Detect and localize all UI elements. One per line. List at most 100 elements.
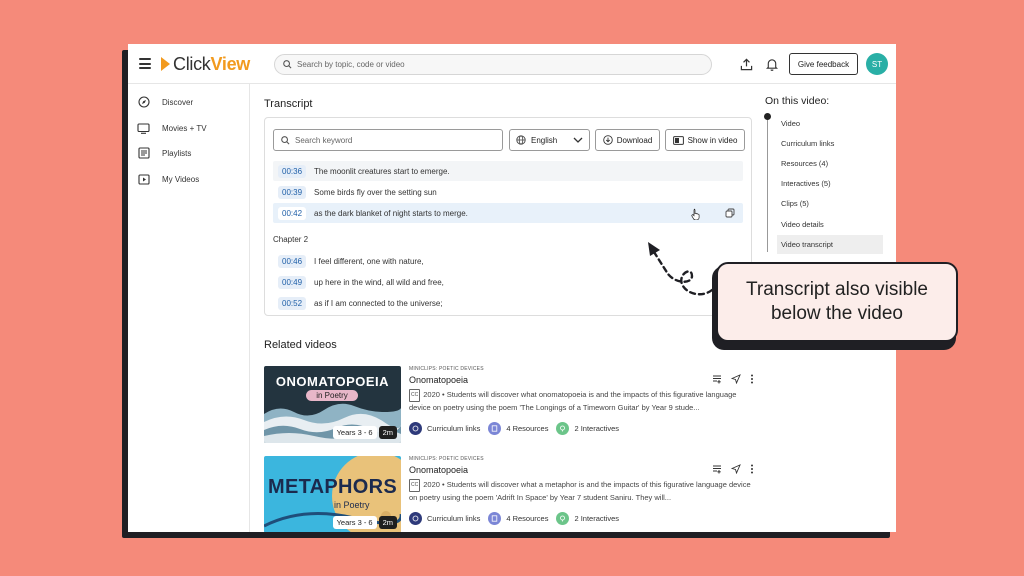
related-videos-title: Related videos — [264, 339, 337, 351]
sidebar-item-label: Discover — [162, 97, 194, 107]
video-actions — [712, 374, 754, 384]
transcript-title: Transcript — [264, 98, 313, 110]
top-bar: ClickView Give feedback ST — [128, 44, 896, 84]
duration-badge: 2m — [378, 516, 397, 529]
duration-badge: 2m — [378, 426, 397, 439]
transcript-text: as the dark blanket of night starts to m… — [314, 208, 468, 218]
years-badge: Years 3 - 6 — [332, 516, 377, 529]
compass-icon — [137, 96, 150, 109]
sidebar-item-movies-tv[interactable]: Movies + TV — [137, 120, 207, 136]
toc-item-interactives[interactable]: Interactives (5) — [777, 174, 883, 193]
toc-item-video-details[interactable]: Video details — [777, 215, 883, 234]
interactives-icon — [556, 422, 570, 435]
tv-icon — [137, 122, 150, 135]
more-options-icon[interactable] — [750, 374, 754, 384]
toc-item-curriculum-links[interactable]: Curriculum links — [777, 134, 883, 153]
timestamp[interactable]: 00:42 — [278, 206, 307, 220]
curriculum-icon — [409, 512, 422, 525]
download-button[interactable]: Download — [595, 129, 660, 151]
play-square-icon — [137, 173, 150, 186]
download-icon — [602, 135, 613, 145]
language-select[interactable]: English — [509, 129, 590, 151]
logo-mark-icon — [161, 57, 170, 71]
add-to-playlist-icon[interactable] — [712, 374, 722, 384]
callout-line-1: Transcript also visible — [746, 279, 928, 300]
video-card[interactable]: MINICLIPS: POETIC DEVICES Onomatopoeia C… — [409, 456, 754, 525]
video-description-text: 2020 • Students will discover what onoma… — [409, 390, 737, 412]
chip-label: 2 Interactives — [574, 424, 620, 433]
toc-item-resources[interactable]: Resources (4) — [777, 154, 883, 173]
video-thumbnail[interactable]: ONOMATOPOEIA in Poetry Years 3 - 6 2m — [264, 366, 401, 443]
thumb-title: METAPHORS — [268, 476, 397, 498]
keyword-search[interactable] — [273, 129, 503, 151]
cc-icon: CC — [409, 389, 421, 402]
transcript-text: as if I am connected to the universe; — [314, 298, 443, 308]
global-search-input[interactable] — [297, 60, 697, 69]
toc-item-video-transcript[interactable]: Video transcript — [777, 235, 883, 254]
timestamp[interactable]: 00:49 — [278, 275, 307, 289]
sidebar-item-label: My Videos — [162, 174, 200, 184]
years-badge: Years 3 - 6 — [332, 426, 377, 439]
chevron-down-icon — [573, 137, 583, 143]
thumb-title: ONOMATOPOEIA — [275, 374, 390, 389]
video-actions — [712, 464, 754, 474]
share-icon[interactable] — [731, 374, 741, 384]
video-chips: Curriculum links 4 Resources 2 Interacti… — [409, 422, 754, 435]
keyword-search-input[interactable] — [295, 135, 495, 145]
resources-chip[interactable]: 4 Resources — [488, 512, 548, 525]
sidebar-item-discover[interactable]: Discover — [137, 94, 193, 110]
callout-line-2: below the video — [770, 303, 904, 324]
video-description: CC 2020 • Students will discover what ono… — [409, 389, 754, 413]
toc-item-clips[interactable]: Clips (5) — [777, 194, 883, 213]
give-feedback-button[interactable]: Give feedback — [789, 53, 858, 75]
video-card[interactable]: MINICLIPS: POETIC DEVICES Onomatopoeia C… — [409, 366, 754, 435]
thumb-subtitle: in Poetry — [306, 390, 358, 401]
interactives-chip[interactable]: 2 Interactives — [556, 422, 619, 435]
video-thumbnail[interactable]: METAPHORS in Poetry Years 3 - 6 2m — [264, 456, 401, 532]
more-options-icon[interactable] — [750, 464, 754, 474]
globe-icon — [516, 135, 526, 145]
chip-label: 4 Resources — [506, 424, 549, 433]
bell-icon[interactable] — [764, 56, 780, 72]
search-icon — [281, 135, 290, 144]
sidebar-item-my-videos[interactable]: My Videos — [137, 171, 199, 187]
transcript-line[interactable]: 00:39 Some birds fly over the setting su… — [273, 182, 743, 202]
annotation-callout: Transcript also visible below the video — [716, 262, 958, 342]
interactives-chip[interactable]: 2 Interactives — [556, 512, 619, 525]
upload-icon[interactable] — [738, 56, 754, 72]
menu-icon[interactable] — [139, 58, 151, 69]
video-title[interactable]: Onomatopoeia — [409, 465, 754, 475]
resources-chip[interactable]: 4 Resources — [488, 422, 548, 435]
show-in-video-button[interactable]: Show in video — [665, 129, 745, 151]
curriculum-links-chip[interactable]: Curriculum links — [409, 512, 480, 525]
copy-icon[interactable] — [725, 208, 735, 218]
video-chips: Curriculum links 4 Resources 2 Interacti… — [409, 512, 754, 525]
show-in-video-label: Show in video — [687, 135, 738, 145]
global-search[interactable] — [274, 54, 712, 75]
language-value: English — [531, 135, 558, 145]
timestamp[interactable]: 00:46 — [278, 254, 307, 268]
sidebar-item-label: Playlists — [162, 148, 192, 158]
timestamp[interactable]: 00:36 — [278, 164, 307, 178]
download-label: Download — [616, 135, 653, 145]
timestamp[interactable]: 00:52 — [278, 296, 307, 310]
avatar[interactable]: ST — [866, 53, 888, 75]
playlist-icon — [137, 147, 150, 160]
video-description-text: 2020 • Students will discover what a met… — [409, 480, 751, 502]
add-to-playlist-icon[interactable] — [712, 464, 722, 474]
chip-label: Curriculum links — [427, 424, 481, 433]
sidebar-item-playlists[interactable]: Playlists — [137, 145, 191, 161]
toc-item-video[interactable]: Video — [777, 114, 883, 133]
curriculum-links-chip[interactable]: Curriculum links — [409, 422, 480, 435]
timestamp[interactable]: 00:39 — [278, 185, 307, 199]
transcript-line-highlighted[interactable]: 00:42 as the dark blanket of night start… — [273, 203, 743, 223]
curriculum-icon — [409, 422, 422, 435]
share-icon[interactable] — [731, 464, 741, 474]
sidebar-item-label: Movies + TV — [162, 123, 207, 133]
transcript-line[interactable]: 00:36 The moonlit creatures start to eme… — [273, 161, 743, 181]
video-title[interactable]: Onomatopoeia — [409, 375, 754, 385]
clickview-logo[interactable]: Click View — [161, 54, 250, 74]
hand-cursor-icon — [691, 208, 700, 220]
toc-track — [767, 116, 768, 252]
video-description: CC 2020 • Students will discover what a m… — [409, 479, 754, 503]
